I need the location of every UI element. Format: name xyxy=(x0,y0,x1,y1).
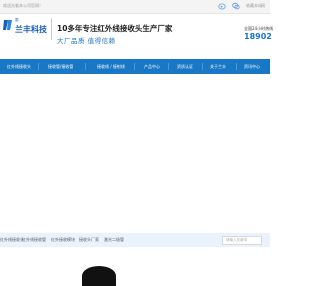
main-nav: 红外线接收头 接收管/接收管 接收线 / 接射线 产品中心 资质认证 关于兰丰 … xyxy=(0,59,270,74)
wechat-icon[interactable] xyxy=(232,2,240,10)
top-bar: 欢迎光临本公司官网！ 收藏本站 网 xyxy=(0,0,270,14)
slogan-title: 10多年专注红外线接收头生产厂家 xyxy=(57,24,173,33)
site-link[interactable]: 网 xyxy=(261,3,265,9)
welcome-text: 欢迎光临本公司官网！ xyxy=(3,3,43,8)
header-divider xyxy=(51,18,52,40)
category-link[interactable]: 红外线接收管 xyxy=(22,237,46,243)
nav-item-products[interactable]: 产品中心 xyxy=(144,59,160,74)
nav-item-certification[interactable]: 资质认证 xyxy=(177,59,193,74)
category-link[interactable]: 接收头厂家 xyxy=(79,237,99,243)
logo-mark-icon xyxy=(3,20,12,30)
logo[interactable]: 蘭 兰丰科技 xyxy=(3,18,49,38)
nav-item-receiver-tube[interactable]: 接收管/接收管 xyxy=(48,59,73,74)
nav-separator xyxy=(236,63,237,70)
hotline-number[interactable]: 18902 xyxy=(244,32,272,41)
product-image xyxy=(82,266,116,286)
nav-separator xyxy=(202,63,203,70)
nav-separator xyxy=(168,63,169,70)
nav-separator xyxy=(134,63,135,70)
nav-separator xyxy=(85,63,86,70)
nav-item-about[interactable]: 关于兰丰 xyxy=(210,59,226,74)
weibo-icon[interactable] xyxy=(218,2,226,10)
category-link[interactable]: 红外线接收头 xyxy=(0,237,24,243)
bookmark-link[interactable]: 收藏本站 xyxy=(246,3,262,9)
logo-subtext: 蘭 xyxy=(15,18,19,22)
slogan-subtitle: 大厂品质 值得信赖 xyxy=(57,37,116,45)
logo-text: 兰丰科技 xyxy=(15,25,47,34)
nav-item-emitter[interactable]: 接收线 / 接射线 xyxy=(97,59,125,74)
search-input[interactable]: 请输入关键词 xyxy=(222,236,262,245)
category-link[interactable]: 红外接收模块 xyxy=(51,237,75,243)
nav-item-news[interactable]: 资讯中心 xyxy=(244,59,260,74)
nav-item-receiver-head[interactable]: 红外线接收头 xyxy=(7,59,31,74)
nav-separator xyxy=(38,63,39,70)
category-link[interactable]: 激光二极管 xyxy=(104,237,124,243)
